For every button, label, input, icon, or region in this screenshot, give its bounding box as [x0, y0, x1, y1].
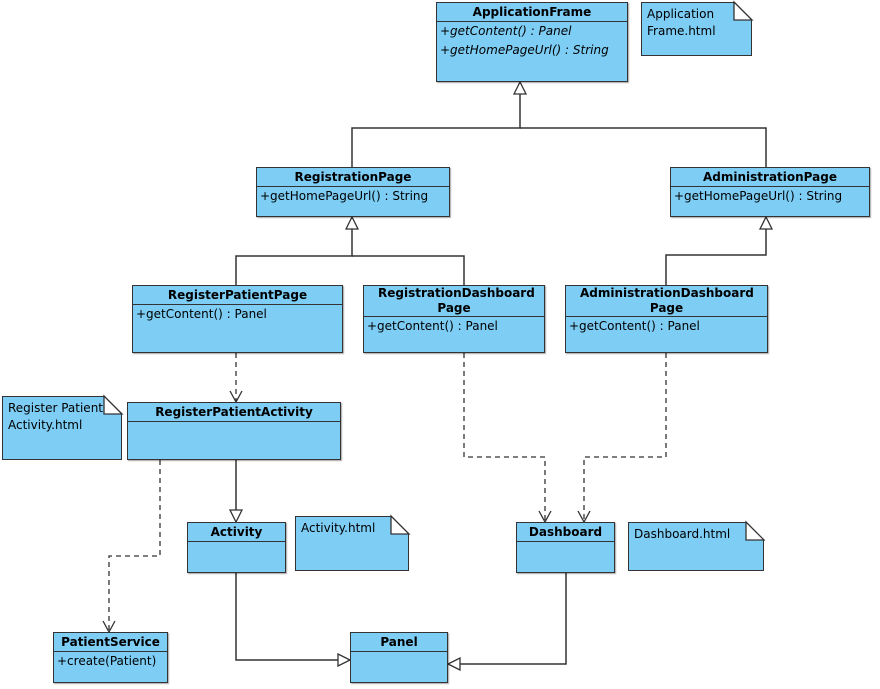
class-name: RegisterPatientPage	[133, 286, 342, 305]
class-registration-page[interactable]: RegistrationPage +getHomePageUrl() : Str…	[256, 167, 450, 217]
uml-class-diagram: ApplicationFrame +getContent() : Panel +…	[0, 0, 880, 689]
operation: +getContent() : Panel	[569, 319, 700, 333]
class-panel[interactable]: Panel	[350, 632, 448, 683]
generalization-activity-to-panel	[235, 573, 350, 660]
operation: +getContent() : Panel	[136, 307, 267, 321]
dependency-rpa-to-patientservice	[102, 460, 161, 634]
class-administration-page[interactable]: AdministrationPage +getHomePageUrl() : S…	[670, 167, 870, 217]
note-dashboard[interactable]: Dashboard.html	[628, 522, 764, 571]
class-name: RegistrationDashboard Page	[364, 286, 544, 317]
generalization-registerpatient-to-registration	[235, 217, 352, 285]
class-name: Activity	[188, 523, 285, 542]
operation: +getContent() : Panel	[367, 319, 498, 333]
operation: +getHomePageUrl() : String	[260, 189, 429, 203]
class-register-patient-page[interactable]: RegisterPatientPage +getContent() : Pane…	[132, 285, 343, 353]
class-name: ApplicationFrame	[437, 3, 627, 22]
operation: +getHomePageUrl() : String	[674, 189, 843, 203]
operation: +getHomePageUrl() : String	[440, 43, 609, 57]
note-activity[interactable]: Activity.html	[295, 516, 409, 571]
note-register-patient-activity[interactable]: Register Patient Activity.html	[2, 396, 122, 460]
dependency-admindashboard-to-dashboard	[577, 353, 667, 524]
generalization-dashboard-to-panel	[448, 573, 567, 664]
class-name: AdministrationPage	[671, 168, 869, 187]
class-application-frame[interactable]: ApplicationFrame +getContent() : Panel +…	[436, 2, 628, 82]
generalization-administration-to-frame	[520, 127, 767, 167]
operation: +create(Patient)	[57, 654, 157, 668]
class-registration-dashboard-page[interactable]: RegistrationDashboard Page +getContent()…	[363, 285, 545, 353]
dependency-regdashboard-to-dashboard	[463, 353, 552, 524]
class-name: RegistrationPage	[257, 168, 449, 187]
class-name: Panel	[351, 633, 447, 652]
class-name: PatientService	[54, 633, 167, 652]
generalization-regdashboard-to-registration	[352, 255, 465, 285]
class-name: RegisterPatientActivity	[128, 403, 340, 422]
class-patient-service[interactable]: PatientService +create(Patient)	[53, 632, 168, 683]
operation: +getContent() : Panel	[440, 24, 572, 38]
class-register-patient-activity[interactable]: RegisterPatientActivity	[127, 402, 341, 460]
class-activity[interactable]: Activity	[187, 522, 286, 573]
generalization-admindashboard-to-administration	[665, 217, 766, 285]
note-application-frame[interactable]: Application Frame.html	[641, 2, 752, 56]
generalization-registration-to-frame	[351, 82, 520, 167]
class-name: Dashboard	[517, 523, 614, 542]
class-dashboard[interactable]: Dashboard	[516, 522, 615, 573]
class-administration-dashboard-page[interactable]: AdministrationDashboard Page +getContent…	[565, 285, 768, 353]
class-name: AdministrationDashboard Page	[566, 286, 767, 317]
